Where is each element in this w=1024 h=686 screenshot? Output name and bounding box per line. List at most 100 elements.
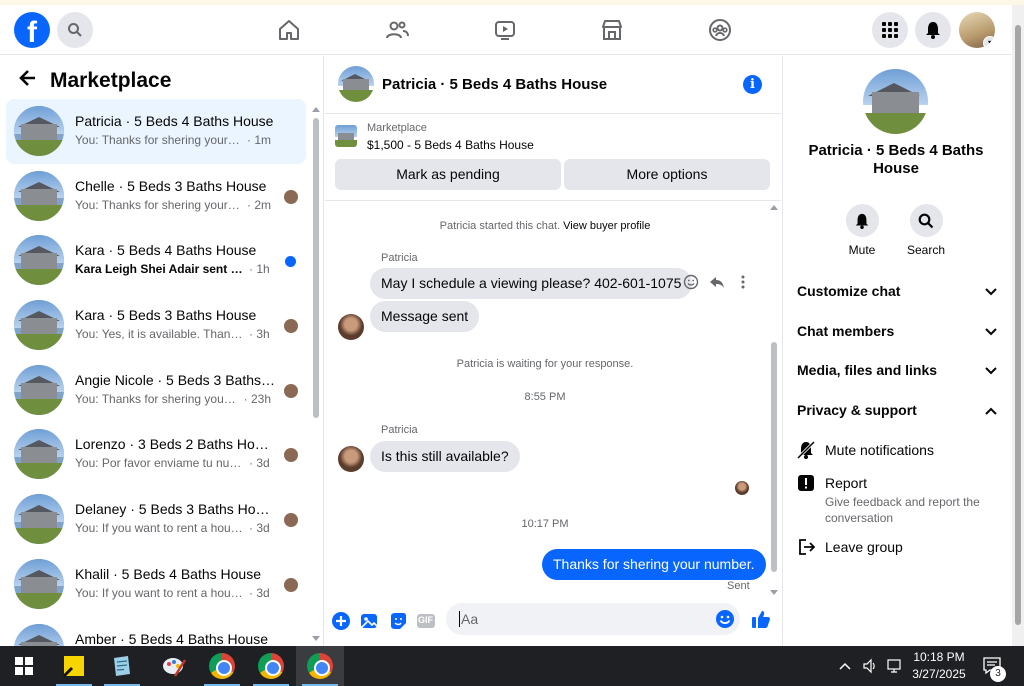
outgoing-message-bubble[interactable]: Thanks for shering your number. [542,549,766,580]
leave-group-item[interactable]: Leave group [797,538,997,560]
listing-price[interactable]: $1,500 - 5 Beds 4 Baths House [367,138,534,152]
page-scrollbar[interactable] [1012,5,1024,646]
message-composer: GIF Aa [325,601,781,646]
preview-time: · 3d [249,456,270,471]
conversation-item[interactable]: Kara · 5 Beds 4 Baths House Kara Leigh Sh… [6,228,306,293]
gif-icon[interactable]: GIF [416,611,436,631]
conversation-item[interactable]: Patricia · 5 Beds 4 Baths House You: Than… [6,99,306,164]
notepad-icon[interactable] [98,646,146,686]
mute-button[interactable]: Mute [832,204,892,257]
chat-title[interactable]: Patricia · 5 Beds 4 Baths House [382,76,607,93]
groups-icon[interactable] [707,17,733,43]
chat-started-text: Patricia started this chat. [439,220,561,232]
conversation-item[interactable]: Lorenzo · 3 Beds 2 Baths House You: Por f… [6,422,306,487]
report-item[interactable]: Report Give feedback and report the conv… [797,474,997,525]
sticky-notes-icon[interactable] [50,646,98,686]
sticker-icon[interactable] [388,611,408,631]
message-bubble[interactable]: May I schedule a viewing please? 402-601… [370,268,693,299]
conversation-item[interactable]: Khalil · 5 Beds 4 Baths House You: If you… [6,552,306,617]
chevron-down-icon [985,362,997,378]
mark-as-pending-button[interactable]: Mark as pending [335,159,561,190]
like-icon[interactable] [751,609,771,629]
reply-icon[interactable] [709,274,725,293]
notifications-icon[interactable]: 3 [982,646,1006,686]
sender-avatar[interactable] [338,314,364,340]
menu-grid-icon[interactable] [872,12,908,48]
preview-text: You: Thanks for shering your n... [75,391,240,406]
preview-text: You: If you want to rent a house,... [75,585,245,600]
start-icon[interactable] [0,646,48,686]
sidebar-scrollbar[interactable] [310,104,322,644]
preview-time: · 3d [249,521,270,536]
bell-off-icon [796,440,817,461]
waiting-notice: Patricia is waiting for your response. [456,358,634,370]
plus-icon[interactable] [331,611,351,631]
search-icon[interactable] [57,12,93,48]
friends-icon[interactable] [384,17,410,43]
more-icon[interactable] [735,274,751,293]
item-description: Give feedback and report the conversatio… [825,495,980,525]
paint-icon[interactable] [150,646,198,686]
listing-card: Marketplace $1,500 - 5 Beds 4 Baths Hous… [325,115,781,201]
chat-scrollbar[interactable] [768,202,780,598]
listing-avatar[interactable] [863,69,928,134]
mute-notifications-item[interactable]: Mute notifications [796,440,997,463]
listing-thumbnail[interactable] [335,125,357,147]
photo-icon[interactable] [359,611,379,631]
customize-chat-section[interactable]: Customize chat [797,283,997,299]
message-bubble[interactable]: Is this still available? [370,441,520,472]
conversation-item[interactable]: Amber · 5 Beds 4 Baths House [6,617,306,646]
chevron-up-icon[interactable] [838,646,852,686]
chrome-icon[interactable] [198,646,246,686]
volume-icon[interactable] [862,646,878,686]
conversation-preview: You: If you want to rent a house,... · 3d [75,586,271,600]
chrome-icon-active[interactable] [296,646,344,686]
listing-thumbnail [14,429,64,480]
search-icon [909,204,943,237]
chevron-down-icon: ▾ [983,36,995,48]
react-icon[interactable] [683,274,699,293]
home-icon[interactable] [276,17,302,43]
chrome-icon[interactable] [247,646,295,686]
conversation-item[interactable]: Kara · 5 Beds 3 Baths House You: Yes, it … [6,293,306,358]
emoji-icon[interactable] [715,609,735,629]
message-bubble[interactable]: Message sent [370,301,480,332]
privacy-support-section[interactable]: Privacy & support [797,402,997,418]
conversation-name: Patricia · 5 Beds 4 Baths House [75,113,274,129]
chat-members-section[interactable]: Chat members [797,323,997,339]
view-buyer-profile-link[interactable]: View buyer profile [563,220,650,232]
listing-thumbnail [14,558,64,609]
item-label: Leave group [825,539,903,555]
video-icon[interactable] [492,17,518,43]
seen-avatar [284,319,298,334]
section-label: Privacy & support [797,402,917,418]
seen-avatar [284,383,298,398]
report-icon [797,474,817,494]
search-button[interactable]: Search [896,204,956,257]
sender-avatar[interactable] [338,446,364,472]
listing-thumbnail [14,623,64,646]
chat-panel: Patricia · 5 Beds 4 Baths House i Market… [325,56,781,646]
leave-icon [797,538,817,558]
windows-taskbar: 10:18 PM 3/27/2025 3 [0,646,1024,686]
facebook-logo[interactable]: f [14,12,50,48]
chat-avatar[interactable] [338,66,374,102]
conversation-item[interactable]: Angie Nicole · 5 Beds 3 Baths ... You: Th… [6,358,306,423]
system-clock[interactable]: 10:18 PM 3/27/2025 [900,649,978,683]
info-icon[interactable]: i [743,75,762,94]
message-input[interactable]: Aa [446,603,740,635]
page-title: Marketplace [50,69,172,92]
conversation-name: Delaney · 5 Beds 3 Baths House [75,501,275,518]
conversation-item[interactable]: Chelle · 5 Beds 3 Baths House You: Thanks… [6,164,306,229]
bell-icon[interactable] [915,12,951,48]
message-thread: Patricia started this chat. View buyer p… [325,202,781,600]
conversation-item[interactable]: Delaney · 5 Beds 3 Baths House You: If yo… [6,487,306,552]
media-files-section[interactable]: Media, files and links [797,362,997,378]
timestamp: 8:55 PM [524,391,566,403]
profile-avatar[interactable]: ▾ [959,12,995,48]
conversation-preview: You: Yes, it is available. Thank yo... · … [75,327,271,341]
marketplace-icon[interactable] [599,17,625,43]
back-arrow-icon[interactable] [18,68,38,94]
more-options-button[interactable]: More options [564,159,770,190]
conversation-preview: You: If you want to rent a house,... · 3d [75,521,271,535]
